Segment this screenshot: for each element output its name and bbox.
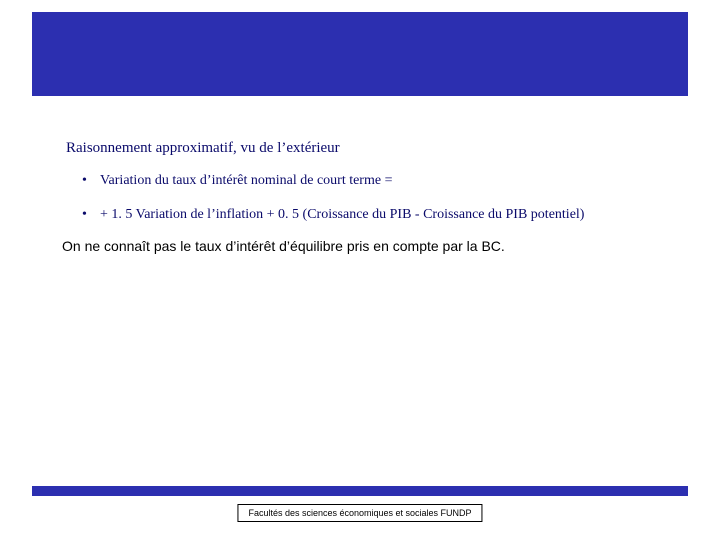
content-area: Raisonnement approximatif, vu de l’extér… bbox=[66, 140, 666, 254]
subtitle: Raisonnement approximatif, vu de l’extér… bbox=[66, 140, 666, 157]
bullet-list: Variation du taux d’intérêt nominal de c… bbox=[66, 171, 666, 224]
bullet-item: Variation du taux d’intérêt nominal de c… bbox=[100, 171, 666, 191]
bullet-item: + 1. 5 Variation de l’inflation + 0. 5 (… bbox=[100, 205, 666, 225]
note-text: On ne connaît pas le taux d’intérêt d’éq… bbox=[62, 238, 666, 254]
header-bar bbox=[32, 12, 688, 96]
slide: Raisonnement approximatif, vu de l’extér… bbox=[0, 0, 720, 540]
footer-label: Facultés des sciences économiques et soc… bbox=[237, 504, 482, 522]
footer-divider bbox=[32, 486, 688, 496]
